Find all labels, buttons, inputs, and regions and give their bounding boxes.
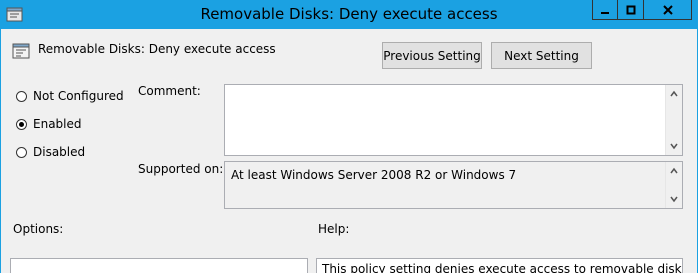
radio-enabled[interactable]: Enabled xyxy=(16,117,82,131)
close-icon xyxy=(662,4,673,15)
radio-button-empty[interactable] xyxy=(16,90,27,102)
radio-disabled[interactable]: Disabled xyxy=(16,145,85,159)
minimize-icon xyxy=(601,11,609,14)
previous-setting-button[interactable]: Previous Setting xyxy=(382,42,482,69)
comment-label: Comment: xyxy=(138,84,201,98)
policy-window: Removable Disks: Deny execute access Rem… xyxy=(0,0,698,273)
supported-on-label: Supported on: xyxy=(138,162,224,176)
radio-button-empty[interactable] xyxy=(16,146,27,158)
options-pane[interactable] xyxy=(10,258,308,273)
scroll-up-icon[interactable] xyxy=(670,90,678,98)
help-pane[interactable]: This policy setting denies execute acces… xyxy=(316,258,683,273)
scroll-up-icon[interactable] xyxy=(670,167,678,175)
close-button[interactable] xyxy=(644,0,692,20)
radio-label-not-configured: Not Configured xyxy=(33,89,124,103)
help-text: This policy setting denies execute acces… xyxy=(322,262,683,273)
setting-name: Removable Disks: Deny execute access xyxy=(38,42,276,56)
scroll-down-icon[interactable] xyxy=(670,195,678,203)
radio-not-configured[interactable]: Not Configured xyxy=(16,89,124,103)
maximize-icon xyxy=(626,5,635,14)
comment-scrollbar[interactable] xyxy=(665,85,682,155)
comment-field[interactable] xyxy=(224,84,683,156)
title-bar[interactable]: Removable Disks: Deny execute access xyxy=(0,0,698,29)
supported-on-value: At least Windows Server 2008 R2 or Windo… xyxy=(231,168,517,182)
supported-scrollbar[interactable] xyxy=(665,162,682,208)
help-section-label: Help: xyxy=(318,222,350,236)
radio-label-disabled: Disabled xyxy=(33,145,86,159)
options-section-label: Options: xyxy=(13,222,64,236)
dialog-client-area: Removable Disks: Deny execute access Pre… xyxy=(1,29,697,273)
next-setting-button[interactable]: Next Setting xyxy=(491,42,592,69)
maximize-button[interactable] xyxy=(618,0,644,20)
minimize-button[interactable] xyxy=(592,0,618,20)
radio-label-enabled: Enabled xyxy=(33,117,82,131)
radio-selected-dot xyxy=(19,121,24,127)
setting-icon xyxy=(12,43,30,59)
scroll-down-icon[interactable] xyxy=(670,142,678,150)
radio-button-selected[interactable] xyxy=(16,118,27,130)
supported-on-field[interactable]: At least Windows Server 2008 R2 or Windo… xyxy=(224,161,683,209)
